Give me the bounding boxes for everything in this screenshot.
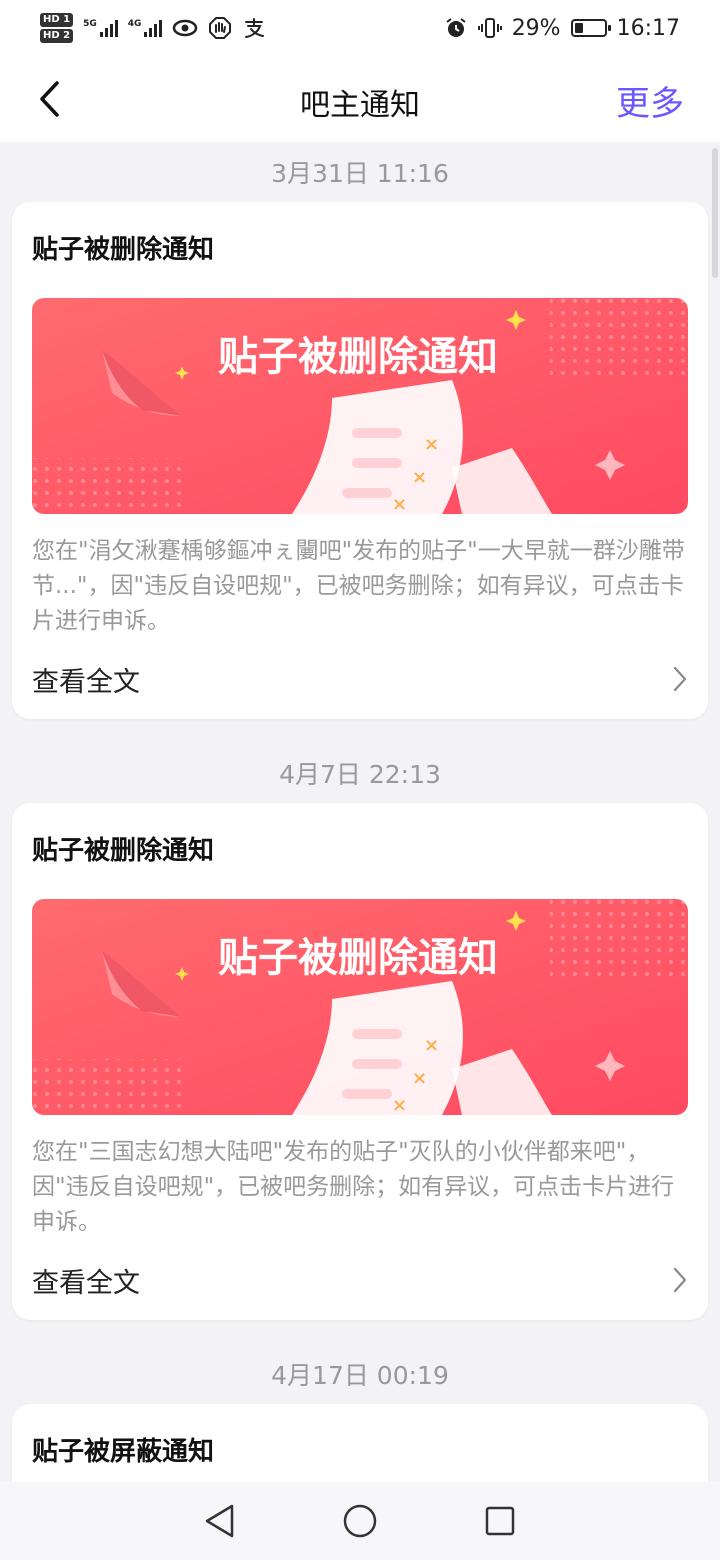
triangle-back-icon	[205, 1504, 234, 1538]
banner-text: 贴子被删除通知	[218, 334, 498, 380]
banner-text: 贴子被删除通知	[218, 935, 498, 981]
nav-back-button[interactable]	[195, 1496, 245, 1546]
notification-description: 您在"三国志幻想大陆吧"发布的贴子"灭队的小伙伴都来吧"，因"违反自设吧规"，已…	[32, 1139, 675, 1235]
eye-icon	[173, 19, 198, 37]
system-navigation-bar	[0, 1482, 720, 1560]
battery-icon	[570, 19, 611, 37]
header: 吧主通知 更多	[0, 56, 720, 142]
notification-description: 您在"涓攵湫蹇楀够鏂冲ぇ闄吧"发布的贴子"一大早就一群沙雕带节..."，因"违反…	[32, 538, 685, 634]
svg-text:×: ×	[412, 1068, 427, 1089]
notification-title: 贴子被删除通知	[32, 836, 215, 866]
more-button[interactable]: 更多	[616, 76, 684, 125]
hd1-badge: HD 1	[40, 13, 74, 27]
notification-title: 贴子被删除通知	[32, 235, 215, 265]
battery-fill	[574, 23, 583, 33]
view-full-text-row[interactable]: 查看全文	[32, 639, 688, 719]
hand-icon	[209, 17, 232, 39]
notification-timestamp: 4月17日 00:19	[271, 1361, 449, 1390]
page-title: 吧主通知	[300, 88, 420, 123]
notification-timestamp: 3月31日 11:16	[271, 159, 449, 188]
deleted-post-banner: × × × 贴子被删除通知	[32, 899, 688, 1115]
alipay-icon	[245, 18, 265, 38]
view-full-text-label: 查看全文	[32, 666, 140, 698]
svg-text:×: ×	[392, 494, 407, 514]
status-bar: HD 1 HD 2 5G 4G 29% 16:17	[0, 0, 720, 56]
svg-text:×: ×	[424, 1035, 439, 1056]
vibrate-icon	[477, 18, 502, 38]
hd2-badge: HD 2	[40, 29, 74, 43]
svg-text:×: ×	[424, 434, 439, 455]
net-4g-label: 4G	[127, 19, 142, 29]
nav-recents-button[interactable]	[475, 1496, 525, 1546]
notification-list[interactable]: 3月31日 11:16 贴子被删除通知 × × × 贴子被删除通知 您在"涓攵湫…	[0, 142, 720, 1482]
svg-text:×: ×	[392, 1095, 407, 1115]
scrollbar[interactable]	[712, 148, 718, 278]
signal-5g-icon: 5G	[83, 19, 118, 37]
notification-timestamp: 4月7日 22:13	[279, 760, 441, 789]
svg-text:×: ×	[412, 467, 427, 488]
notification-card[interactable]: 贴子被屏蔽通知	[12, 1404, 708, 1482]
view-full-text-row[interactable]: 查看全文	[32, 1240, 688, 1320]
view-full-text-label: 查看全文	[32, 1267, 140, 1299]
battery-percent: 29%	[511, 15, 561, 41]
net-5g-label: 5G	[83, 19, 97, 29]
clock: 16:17	[616, 15, 680, 41]
chevron-right-icon	[673, 1267, 687, 1293]
notification-title: 贴子被屏蔽通知	[32, 1437, 215, 1467]
alarm-icon	[446, 18, 466, 37]
notification-card[interactable]: 贴子被删除通知 × × ×	[12, 803, 708, 1320]
deleted-post-banner: × × × 贴子被删除通知	[32, 298, 688, 514]
signal-4g-icon: 4G	[128, 19, 163, 37]
chevron-right-icon	[673, 666, 687, 692]
hd-indicator: HD 1 HD 2	[40, 13, 74, 43]
circle-home-icon	[343, 1504, 377, 1538]
notification-card[interactable]: 贴子被删除通知 × × ×	[12, 202, 708, 719]
square-recents-icon	[485, 1506, 515, 1536]
nav-home-button[interactable]	[335, 1496, 385, 1546]
